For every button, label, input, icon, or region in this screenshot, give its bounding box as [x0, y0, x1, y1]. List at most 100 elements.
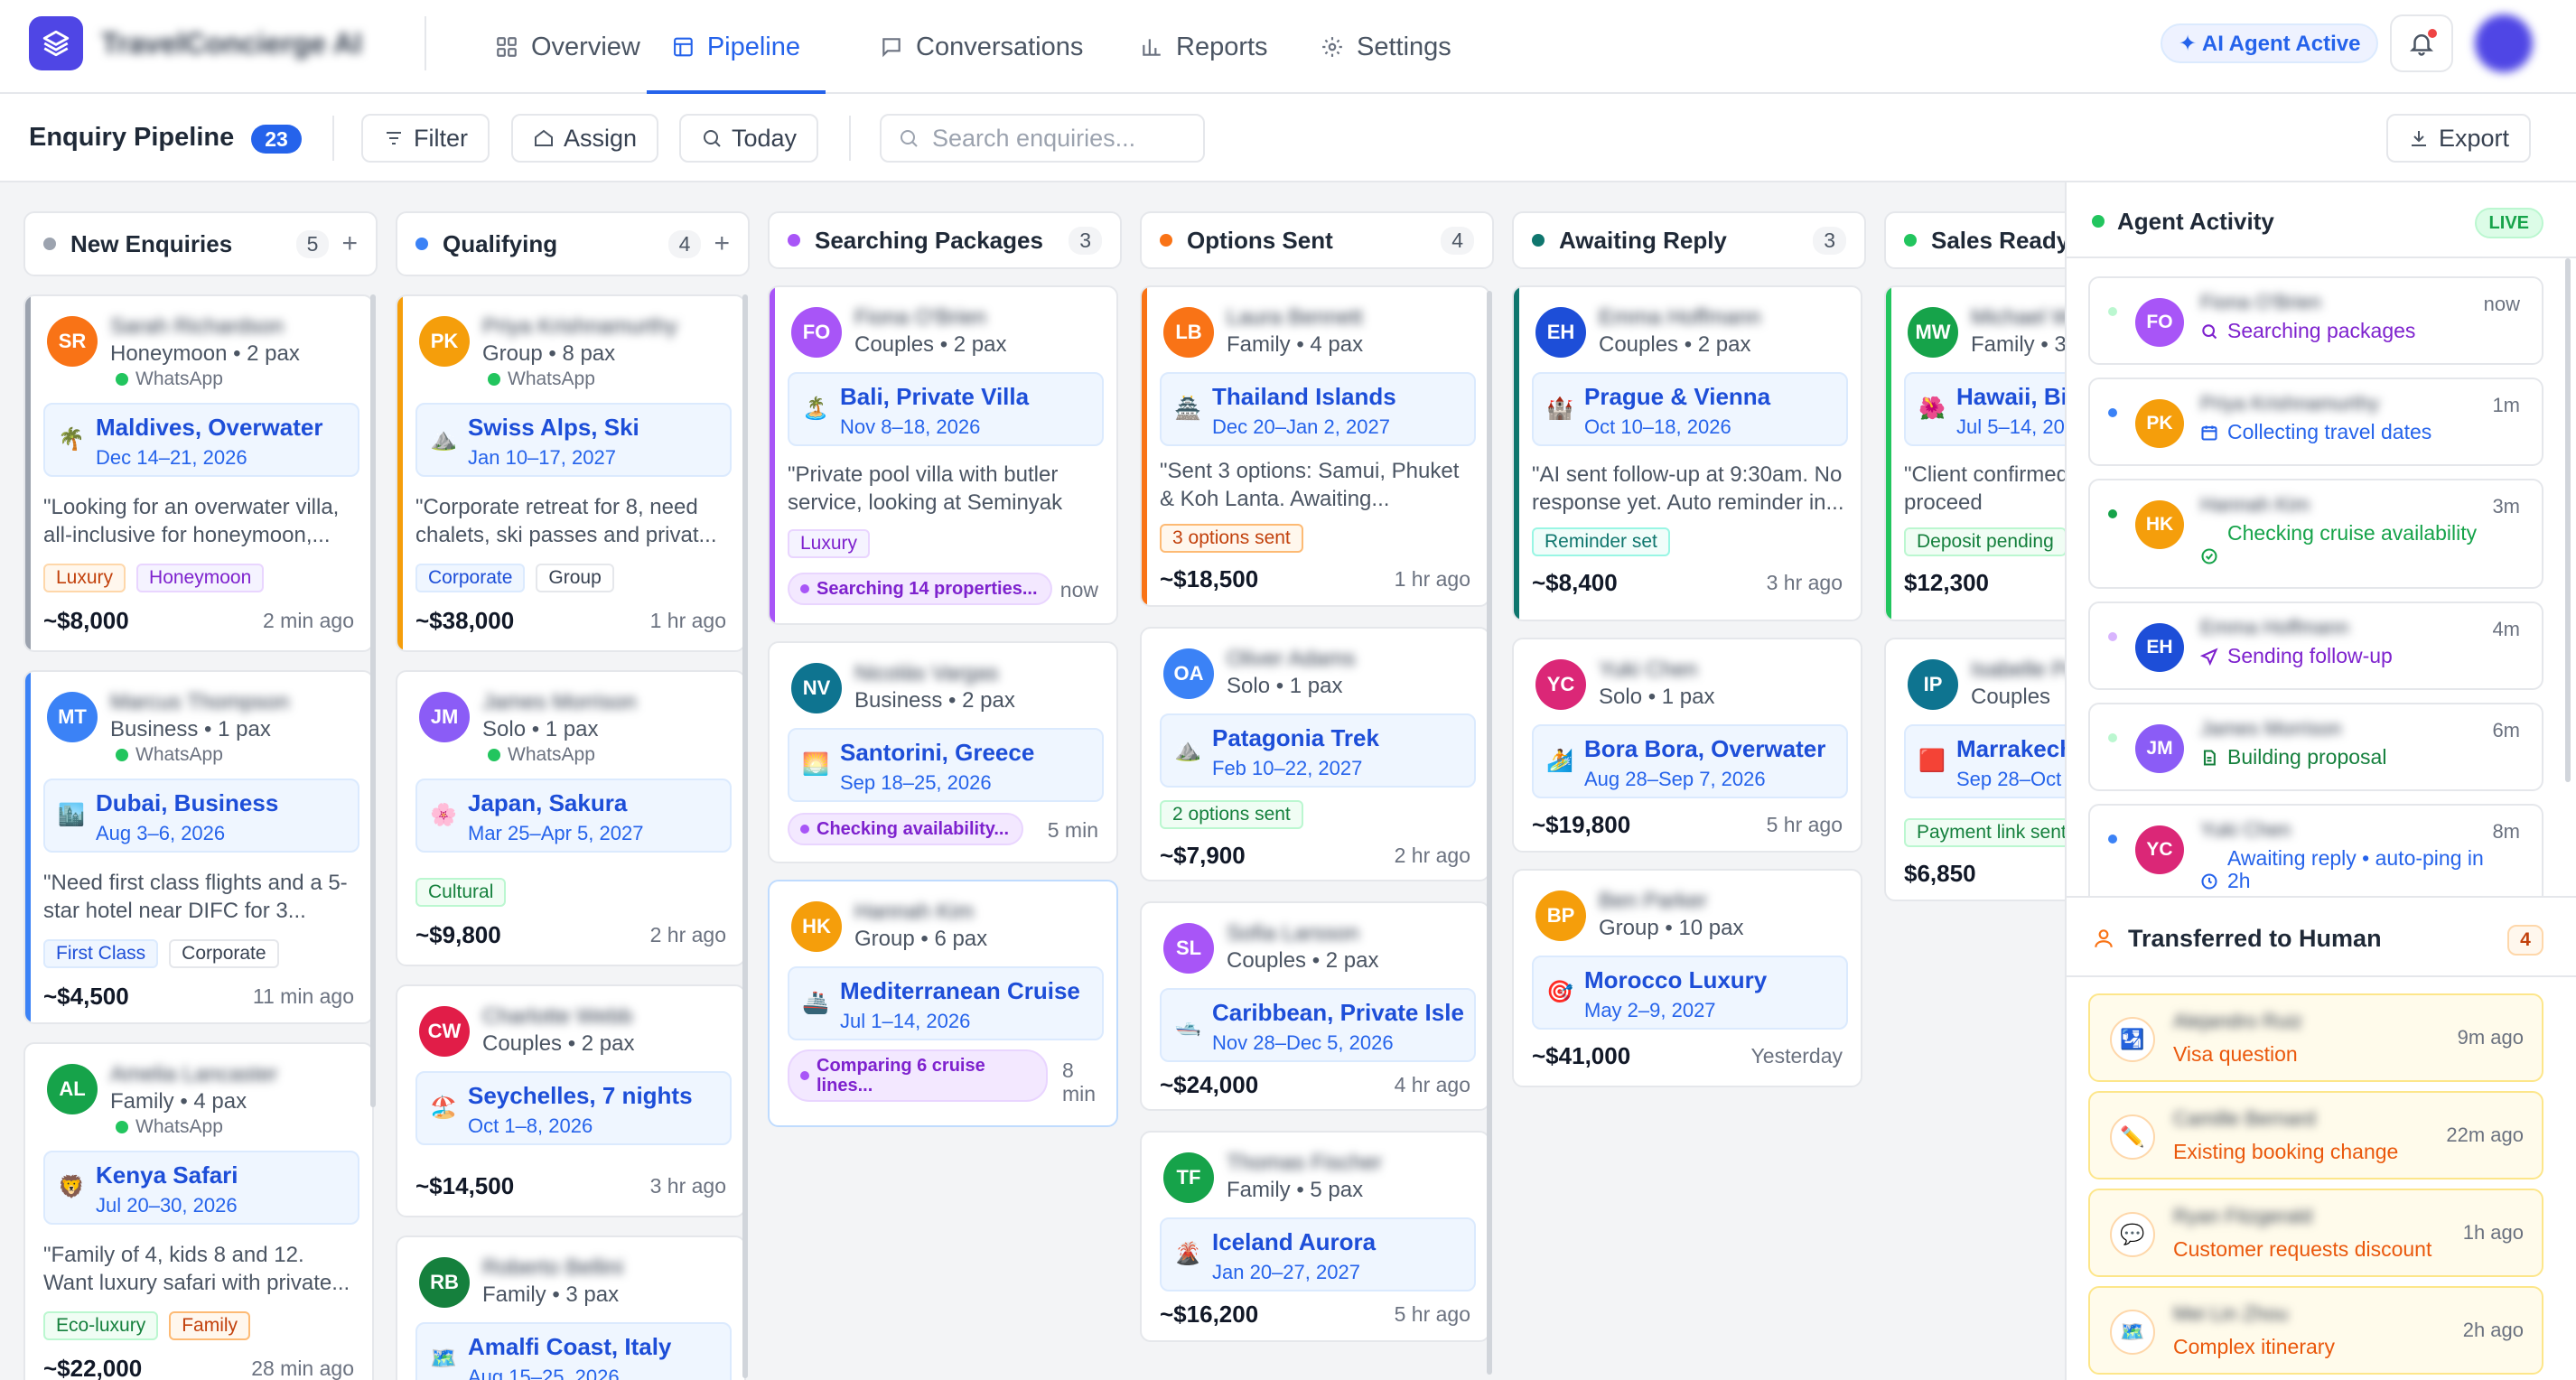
enquiry-card[interactable]: CW Charlotte Webb Couples • 2 pax 🏖️ Sey… — [396, 984, 746, 1217]
search-input[interactable] — [932, 124, 1185, 153]
column-scrollbar[interactable] — [742, 294, 748, 1378]
activity-item[interactable]: PK Priya Krishnamurthy Collecting travel… — [2088, 378, 2543, 466]
activity-item[interactable]: YC Yuki Chen Awaiting reply • auto-ping … — [2088, 804, 2543, 896]
enquiry-card[interactable]: FO Fiona O'Brien Couples • 2 pax 🏝️ Bali… — [768, 285, 1118, 625]
agent-activity-panel: Agent Activity LIVE FO Fiona O'Brien Sea… — [2065, 182, 2576, 1380]
activity-item[interactable]: FO Fiona O'Brien Searching packages now — [2088, 276, 2543, 365]
card-accent — [770, 287, 775, 623]
tab-pipeline[interactable]: Pipeline — [647, 0, 826, 94]
ai-agent-status-badge[interactable]: ✦ AI Agent Active — [2161, 23, 2379, 63]
tab-settings[interactable]: Settings — [1321, 0, 1451, 94]
mountain-icon: ⛰️ — [430, 427, 457, 452]
price: ~$16,200 — [1160, 1301, 1259, 1328]
enquiry-card[interactable]: SL Sofia Larsson Couples • 2 pax 🛥️ Cari… — [1140, 901, 1490, 1111]
enquiry-card[interactable]: OA Oliver Adams Solo • 1 pax ⛰️ Patagoni… — [1140, 627, 1490, 881]
add-card-button[interactable]: + — [714, 228, 730, 259]
agent-status-pill: Searching 14 properties... — [788, 573, 1052, 605]
enquiry-card[interactable]: NV Nicolás Vargas Business • 2 pax 🌅 San… — [768, 641, 1118, 863]
status-dot — [2108, 733, 2117, 742]
app-logo[interactable] — [29, 16, 83, 70]
enquiry-card[interactable]: YC Yuki Chen Solo • 1 pax 🏄 Bora Bora, O… — [1512, 638, 1862, 853]
timestamp: 2 min ago — [262, 609, 354, 632]
transferred-item[interactable]: 🛂 Alejandro Ruiz Visa question 9m ago — [2088, 993, 2543, 1082]
check-circle-icon — [2201, 548, 2217, 564]
price: ~$7,900 — [1160, 842, 1246, 869]
transferred-item[interactable]: ✏️ Camille Bernard Existing booking chan… — [2088, 1091, 2543, 1180]
travel-dates: Sep 18–25, 2026 — [840, 771, 992, 794]
enquiry-card[interactable]: SR Sarah Richardson Honeymoon • 2 pax Wh… — [23, 294, 374, 652]
enquiry-card[interactable]: EH Emma Hoffmann Couples • 2 pax 🏰 Pragu… — [1512, 285, 1862, 621]
column-header: Searching Packages 3 — [768, 211, 1122, 269]
travel-dates: Sep 28–Oct — [1956, 768, 2062, 790]
tab-overview[interactable]: Overview — [495, 0, 640, 94]
tab-reports[interactable]: Reports — [1140, 0, 1268, 94]
enquiry-card[interactable]: RB Roberto Bellini Family • 3 pax 🗺️ Ama… — [396, 1235, 746, 1380]
tag: Luxury — [43, 564, 126, 592]
transferred-item[interactable]: 💬 Ryan Fitzgerald Customer requests disc… — [2088, 1189, 2543, 1277]
avatar: LB — [1163, 307, 1214, 358]
enquiry-card[interactable]: JM James Morrison Solo • 1 pax WhatsApp … — [396, 670, 746, 966]
enquiry-card[interactable]: HK Hannah Kim Group • 6 pax 🚢 Mediterran… — [768, 880, 1118, 1127]
client-name: Sarah Richardson — [110, 314, 285, 339]
assign-label: Assign — [564, 124, 638, 152]
hibiscus-icon: 🌺 — [1918, 396, 1946, 421]
destination-name: Prague & Vienna — [1584, 383, 1771, 410]
price: ~$24,000 — [1160, 1071, 1259, 1098]
transferred-item[interactable]: 🗺️ Mei Lin Zhou Complex itinerary 2h ago — [2088, 1286, 2543, 1375]
client-name: Yuki Chen — [2200, 818, 2291, 841]
destination-name: Thailand Islands — [1212, 383, 1396, 410]
transfer-reason: Existing booking change — [2173, 1140, 2399, 1163]
enquiry-count-badge: 23 — [251, 125, 302, 154]
enquiry-card[interactable]: MW Michael Wright Family • 3 🌺 Hawaii, B… — [1884, 285, 2065, 621]
client-name: Alejandro Ruiz — [2173, 1010, 2303, 1032]
price: ~$4,500 — [43, 983, 129, 1010]
activity-scrollbar[interactable] — [2565, 258, 2571, 782]
enquiry-card[interactable]: AL Amelia Lancaster Family • 4 pax Whats… — [23, 1042, 374, 1380]
user-avatar[interactable] — [2475, 14, 2533, 72]
column-header: New Enquiries 5 + — [23, 211, 378, 276]
search-box[interactable] — [880, 114, 1205, 163]
tab-conversations[interactable]: Conversations — [880, 0, 1083, 94]
status-dot — [2108, 632, 2117, 641]
add-card-button[interactable]: + — [341, 228, 358, 259]
enquiry-card[interactable]: PK Priya Krishnamurthy Group • 8 pax Wha… — [396, 294, 746, 652]
activity-item[interactable]: JM James Morrison Building proposal 6m — [2088, 703, 2543, 791]
target-icon: 🎯 — [1546, 980, 1573, 1004]
column-status-dot — [788, 234, 800, 247]
avatar: YC — [1535, 659, 1586, 710]
column-scrollbar[interactable] — [370, 294, 376, 1107]
column-status-dot — [1532, 234, 1545, 247]
enquiry-card[interactable]: LB Laura Bennett Family • 4 pax 🏯 Thaila… — [1140, 285, 1490, 607]
export-button[interactable]: Export — [2386, 114, 2532, 163]
avatar: PK — [2135, 399, 2184, 448]
enquiry-card[interactable]: TF Thomas Fischer Family • 5 pax 🌋 Icela… — [1140, 1131, 1490, 1342]
calendar-icon — [2201, 425, 2217, 441]
tag: First Class — [43, 939, 159, 968]
client-name: Mei Lin Zhou — [2173, 1302, 2289, 1325]
tag: Corporate — [169, 939, 279, 968]
search-icon — [2202, 324, 2217, 340]
tag: Payment link sent — [1904, 818, 2065, 847]
filter-button[interactable]: Filter — [361, 114, 490, 163]
activity-item[interactable]: EH Emma Hoffmann Sending follow-up 4m — [2088, 601, 2543, 690]
client-meta: Group • 6 pax — [854, 927, 988, 951]
enquiry-card[interactable]: BP Ben Parker Group • 10 pax 🎯 Morocco L… — [1512, 869, 1862, 1087]
status-dot — [2108, 307, 2117, 316]
timestamp: 28 min ago — [251, 1357, 354, 1380]
destination-box: 🛥️ Caribbean, Private Isle Nov 28–Dec 5,… — [1160, 988, 1476, 1062]
tag-list: Cultural — [415, 878, 507, 907]
today-button[interactable]: Today — [679, 114, 819, 163]
notifications-button[interactable] — [2390, 14, 2453, 72]
enquiry-card[interactable]: MT Marcus Thompson Business • 1 pax What… — [23, 670, 374, 1024]
tag: Reminder set — [1532, 527, 1670, 556]
client-name: Emma Hoffmann — [1599, 305, 1761, 330]
enquiry-card[interactable]: IP Isabelle Petit Couples 🟥 Marrakech Se… — [1884, 638, 2065, 901]
column-scrollbar[interactable] — [1487, 291, 1492, 1375]
client-meta: Business • 2 pax — [854, 688, 1015, 713]
assign-button[interactable]: Assign — [511, 114, 659, 163]
avatar: RB — [419, 1257, 470, 1308]
client-name: Hannah Kim — [2200, 493, 2310, 516]
tab-label: Conversations — [916, 32, 1084, 61]
activity-item[interactable]: HK Hannah Kim Checking cruise availabili… — [2088, 479, 2543, 589]
travel-dates: May 2–9, 2027 — [1584, 999, 1716, 1021]
